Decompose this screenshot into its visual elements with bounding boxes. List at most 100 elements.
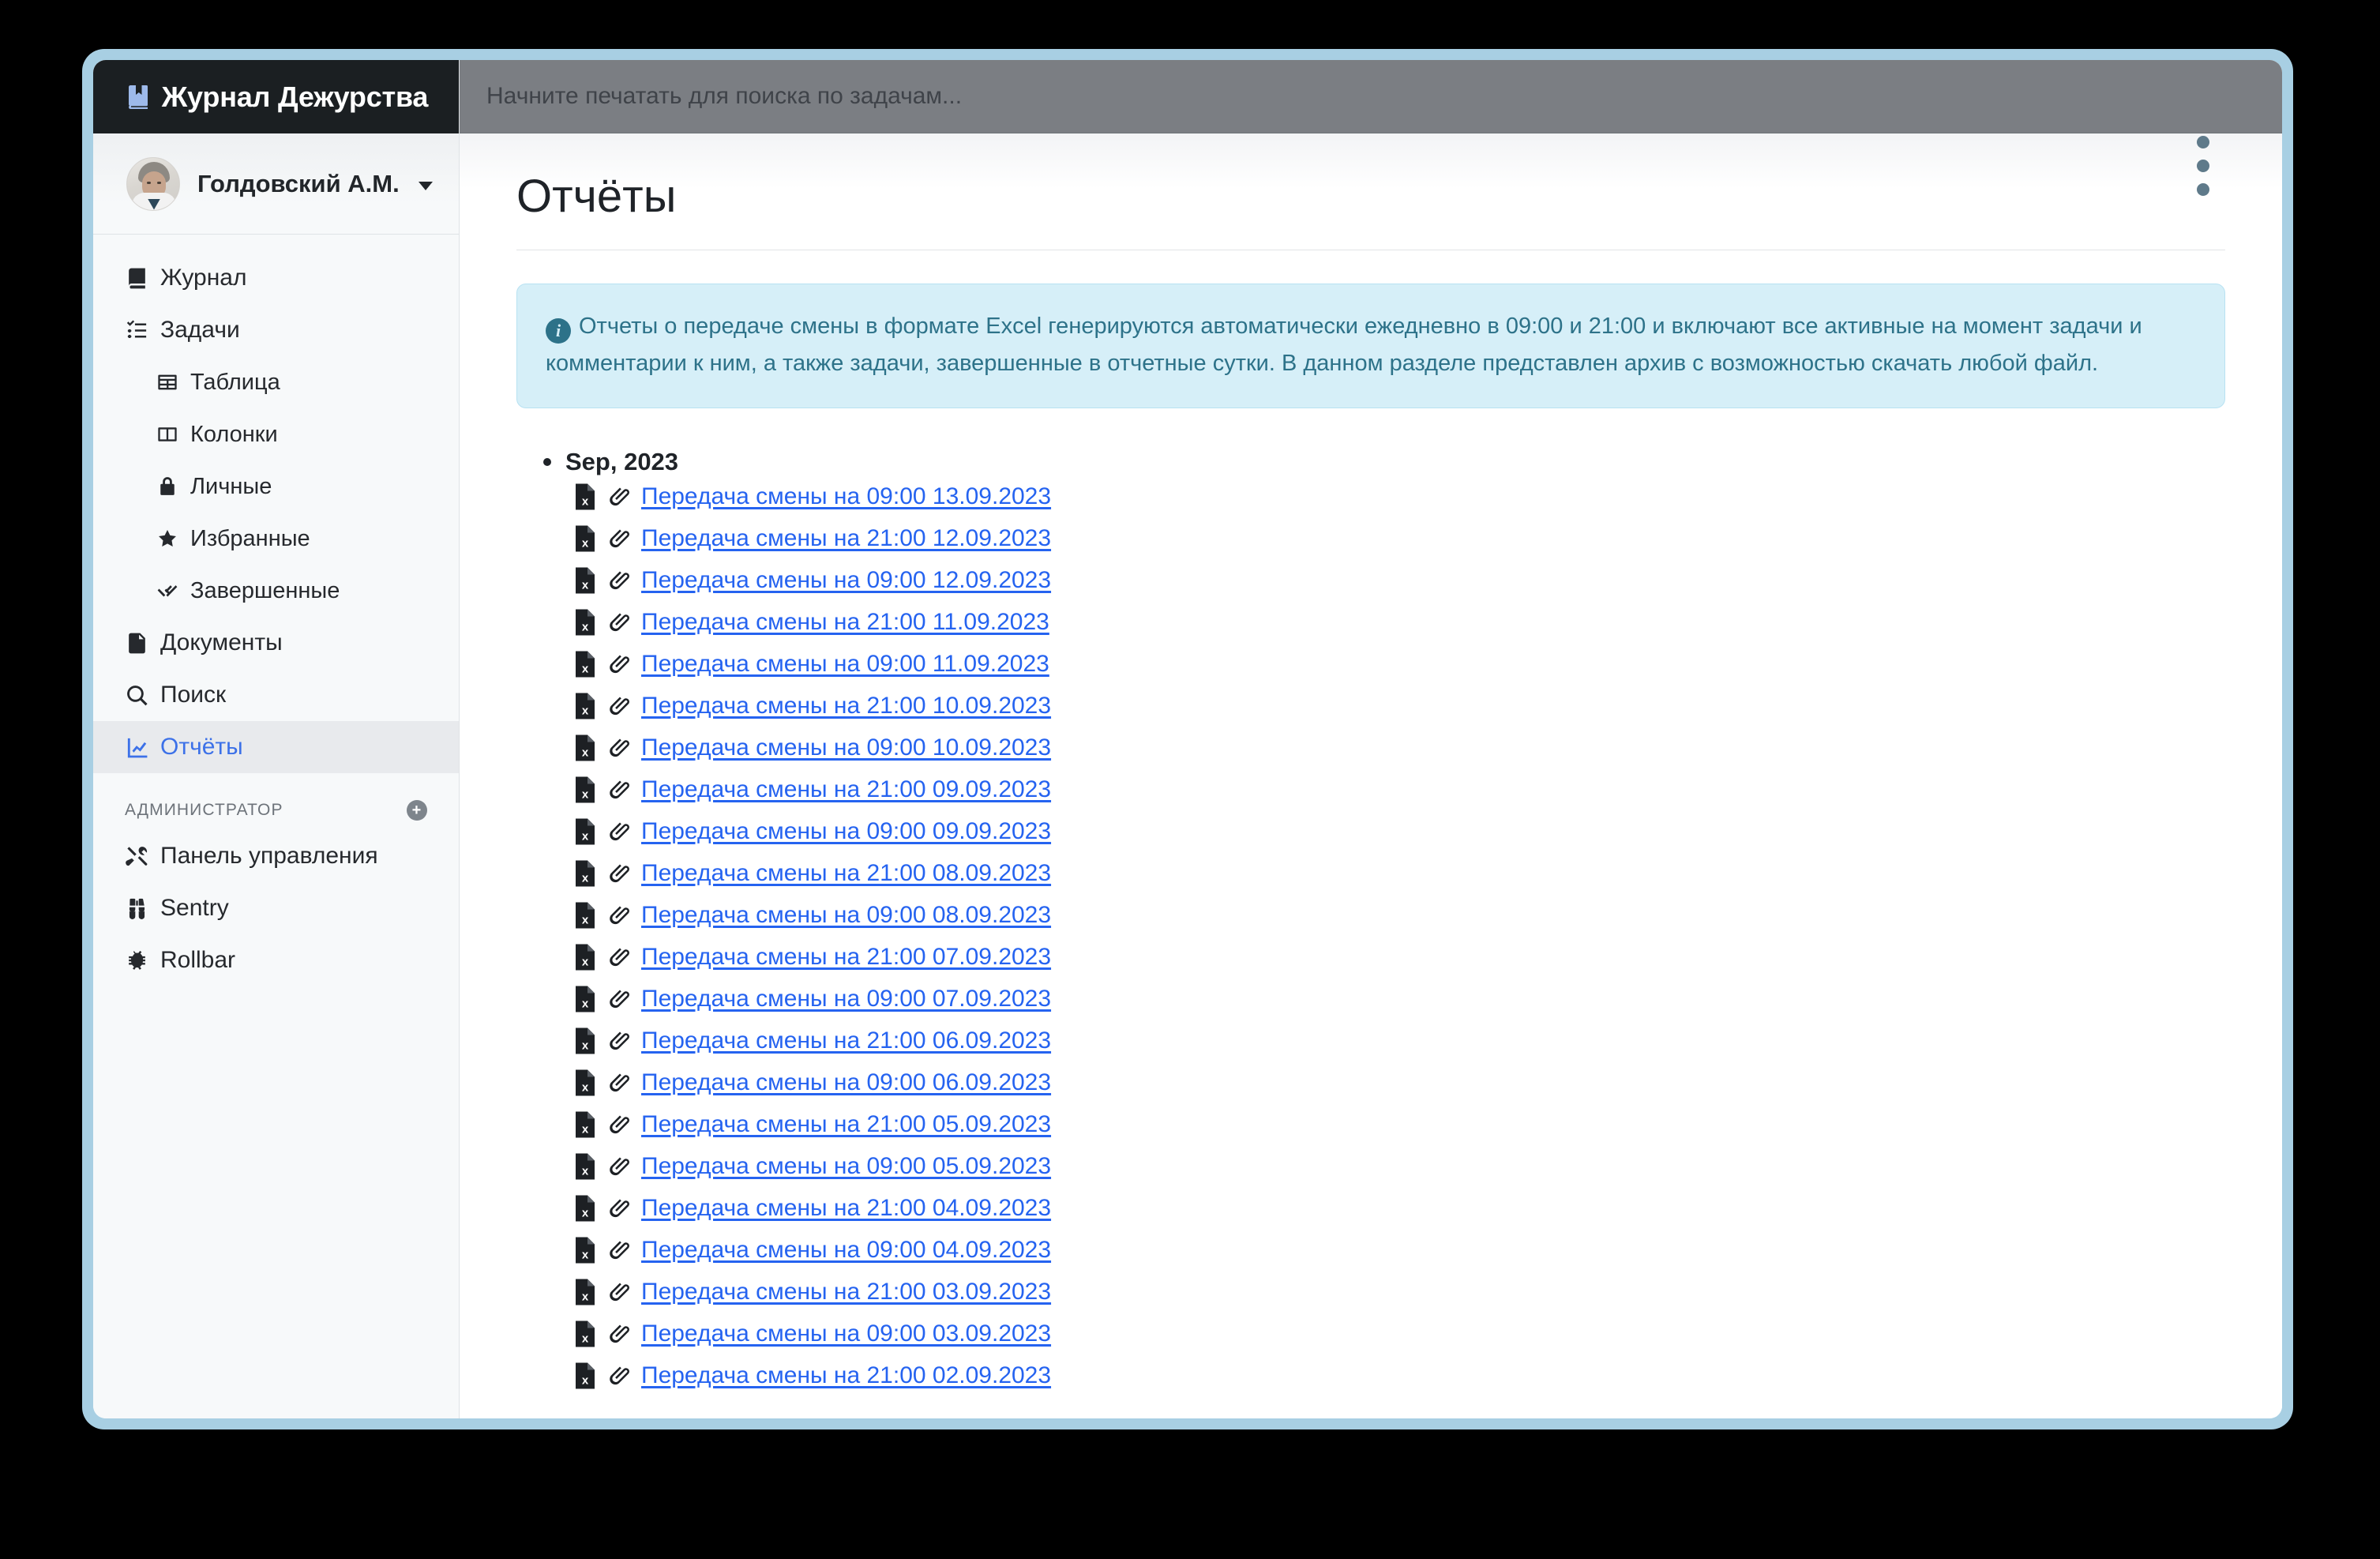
report-list-item[interactable]: x Передача смены на 09:00 10.09.2023 bbox=[516, 727, 2225, 769]
report-file-link[interactable]: Передача смены на 09:00 04.09.2023 bbox=[641, 1237, 1051, 1264]
paperclip-icon bbox=[610, 738, 629, 757]
report-file-link[interactable]: Передача смены на 09:00 10.09.2023 bbox=[641, 734, 1051, 761]
columns-icon bbox=[155, 423, 179, 447]
report-file-link[interactable]: Передача смены на 09:00 11.09.2023 bbox=[641, 651, 1049, 678]
search-input[interactable] bbox=[486, 83, 2255, 110]
window-resize-grip[interactable] bbox=[2197, 136, 2209, 196]
sidebar-item-zhurnal[interactable]: Журнал bbox=[93, 252, 459, 304]
report-list-item[interactable]: x Передача смены на 21:00 07.09.2023 bbox=[516, 937, 2225, 979]
reports-archive-list: Sep, 2023 x Передача смены на 09:00 13.0… bbox=[516, 448, 2225, 1397]
report-list-item[interactable]: x Передача смены на 21:00 08.09.2023 bbox=[516, 853, 2225, 895]
sidebar-item-zavershennye[interactable]: Завершенные bbox=[93, 565, 459, 617]
report-file-link[interactable]: Передача смены на 09:00 12.09.2023 bbox=[641, 567, 1051, 594]
sidebar-item-otchety[interactable]: Отчёты bbox=[93, 721, 459, 773]
sidebar-item-kolonki[interactable]: Колонки bbox=[93, 408, 459, 460]
paperclip-icon bbox=[610, 571, 629, 590]
bullet-icon bbox=[543, 457, 551, 466]
svg-text:x: x bbox=[582, 663, 589, 676]
excel-file-icon: x bbox=[576, 944, 595, 971]
excel-file-icon: x bbox=[576, 818, 595, 845]
app-window: Журнал Дежурства Голдовский А.М. Журнал bbox=[93, 60, 2282, 1418]
paperclip-icon bbox=[610, 697, 629, 716]
report-list-item[interactable]: x Передача смены на 21:00 03.09.2023 bbox=[516, 1272, 2225, 1313]
sidebar-item-poisk[interactable]: Поиск bbox=[93, 669, 459, 721]
report-list-item[interactable]: x Передача смены на 09:00 08.09.2023 bbox=[516, 895, 2225, 937]
report-list-item[interactable]: x Передача смены на 21:00 05.09.2023 bbox=[516, 1104, 2225, 1146]
report-list-item[interactable]: x Передача смены на 21:00 11.09.2023 bbox=[516, 602, 2225, 644]
report-list-item[interactable]: x Передача смены на 21:00 06.09.2023 bbox=[516, 1020, 2225, 1062]
excel-file-icon: x bbox=[576, 567, 595, 594]
sidebar: Журнал Дежурства Голдовский А.М. Журнал bbox=[93, 60, 460, 1418]
report-file-link[interactable]: Передача смены на 09:00 09.09.2023 bbox=[641, 818, 1051, 845]
sidebar-item-dokumenty[interactable]: Документы bbox=[93, 617, 459, 669]
report-list-item[interactable]: x Передача смены на 09:00 09.09.2023 bbox=[516, 811, 2225, 853]
report-list-item[interactable]: x Передача смены на 09:00 04.09.2023 bbox=[516, 1230, 2225, 1272]
report-list-item[interactable]: x Передача смены на 09:00 12.09.2023 bbox=[516, 560, 2225, 602]
report-list-item[interactable]: x Передача смены на 09:00 05.09.2023 bbox=[516, 1146, 2225, 1188]
report-file-link[interactable]: Передача смены на 09:00 05.09.2023 bbox=[641, 1153, 1051, 1180]
report-file-link[interactable]: Передача смены на 21:00 07.09.2023 bbox=[641, 944, 1051, 971]
report-file-link[interactable]: Передача смены на 21:00 09.09.2023 bbox=[641, 776, 1051, 803]
report-file-link[interactable]: Передача смены на 09:00 13.09.2023 bbox=[641, 483, 1051, 510]
plus-circle-icon[interactable]: + bbox=[407, 800, 427, 821]
info-alert: i Отчеты о передаче смены в формате Excel… bbox=[516, 284, 2225, 408]
report-list-item[interactable]: x Передача смены на 21:00 10.09.2023 bbox=[516, 686, 2225, 727]
svg-text:x: x bbox=[582, 788, 589, 802]
avatar bbox=[126, 156, 180, 211]
report-list-item[interactable]: x Передача смены на 09:00 13.09.2023 bbox=[516, 476, 2225, 518]
sidebar-item-zadachi[interactable]: Задачи bbox=[93, 304, 459, 356]
paperclip-icon bbox=[610, 487, 629, 506]
bug-icon bbox=[125, 949, 149, 973]
report-file-link[interactable]: Передача смены на 21:00 08.09.2023 bbox=[641, 860, 1051, 887]
book-icon bbox=[125, 266, 149, 291]
report-list-item[interactable]: x Передача смены на 21:00 09.09.2023 bbox=[516, 769, 2225, 811]
report-file-link[interactable]: Передача смены на 09:00 06.09.2023 bbox=[641, 1069, 1051, 1096]
report-list-item[interactable]: x Передача смены на 09:00 11.09.2023 bbox=[516, 644, 2225, 686]
report-file-link[interactable]: Передача смены на 09:00 03.09.2023 bbox=[641, 1320, 1051, 1347]
report-file-link[interactable]: Передача смены на 21:00 02.09.2023 bbox=[641, 1362, 1051, 1389]
sidebar-item-izbrannye[interactable]: Избранные bbox=[93, 513, 459, 565]
paperclip-icon bbox=[610, 906, 629, 925]
sidebar-item-sentry[interactable]: Sentry bbox=[93, 882, 459, 934]
report-file-link[interactable]: Передача смены на 21:00 12.09.2023 bbox=[641, 525, 1051, 552]
svg-text:x: x bbox=[582, 1374, 589, 1388]
user-menu[interactable]: Голдовский А.М. bbox=[93, 133, 459, 235]
report-list-item[interactable]: x Передача смены на 09:00 03.09.2023 bbox=[516, 1313, 2225, 1355]
report-list-item[interactable]: x Передача смены на 09:00 06.09.2023 bbox=[516, 1062, 2225, 1104]
report-file-link[interactable]: Передача смены на 09:00 08.09.2023 bbox=[641, 902, 1051, 929]
report-file-link[interactable]: Передача смены на 21:00 03.09.2023 bbox=[641, 1279, 1051, 1305]
lock-icon bbox=[155, 475, 179, 499]
info-circle-icon: i bbox=[546, 317, 571, 344]
excel-file-icon: x bbox=[576, 986, 595, 1012]
report-file-link[interactable]: Передача смены на 21:00 10.09.2023 bbox=[641, 693, 1051, 719]
svg-text:x: x bbox=[582, 1290, 589, 1304]
paperclip-icon bbox=[610, 780, 629, 799]
paperclip-icon bbox=[610, 1199, 629, 1218]
report-file-link[interactable]: Передача смены на 21:00 04.09.2023 bbox=[641, 1195, 1051, 1222]
sidebar-item-label: Поиск bbox=[160, 682, 227, 708]
excel-file-icon: x bbox=[576, 483, 595, 510]
sidebar-item-tablica[interactable]: Таблица bbox=[93, 356, 459, 408]
svg-text:x: x bbox=[582, 997, 589, 1011]
content-scroll-area[interactable]: Отчёты i Отчеты о передаче смены в формат… bbox=[460, 133, 2282, 1418]
excel-file-icon: x bbox=[576, 776, 595, 803]
report-file-link[interactable]: Передача смены на 21:00 05.09.2023 bbox=[641, 1111, 1051, 1138]
report-list-item[interactable]: x Передача смены на 21:00 12.09.2023 bbox=[516, 518, 2225, 560]
paperclip-icon bbox=[610, 1115, 629, 1134]
report-file-link[interactable]: Передача смены на 21:00 06.09.2023 bbox=[641, 1027, 1051, 1054]
svg-text:x: x bbox=[582, 579, 589, 592]
report-file-link[interactable]: Передача смены на 21:00 11.09.2023 bbox=[641, 609, 1049, 636]
report-file-link[interactable]: Передача смены на 09:00 07.09.2023 bbox=[641, 986, 1051, 1012]
app-window-frame: Журнал Дежурства Голдовский А.М. Журнал bbox=[82, 49, 2293, 1429]
paperclip-icon bbox=[610, 864, 629, 883]
sidebar-item-panel-upravleniya[interactable]: Панель управления bbox=[93, 830, 459, 882]
report-list-item[interactable]: x Передача смены на 21:00 04.09.2023 bbox=[516, 1188, 2225, 1230]
sidebar-item-label: Личные bbox=[190, 473, 272, 499]
app-brand[interactable]: Журнал Дежурства bbox=[93, 60, 459, 133]
report-list-item[interactable]: x Передача смены на 09:00 07.09.2023 bbox=[516, 979, 2225, 1020]
report-list-item[interactable]: x Передача смены на 21:00 02.09.2023 bbox=[516, 1355, 2225, 1397]
double-check-icon bbox=[155, 579, 179, 603]
sidebar-item-lichnye[interactable]: Личные bbox=[93, 460, 459, 513]
sidebar-item-rollbar[interactable]: Rollbar bbox=[93, 934, 459, 986]
grip-dot bbox=[2197, 183, 2209, 196]
